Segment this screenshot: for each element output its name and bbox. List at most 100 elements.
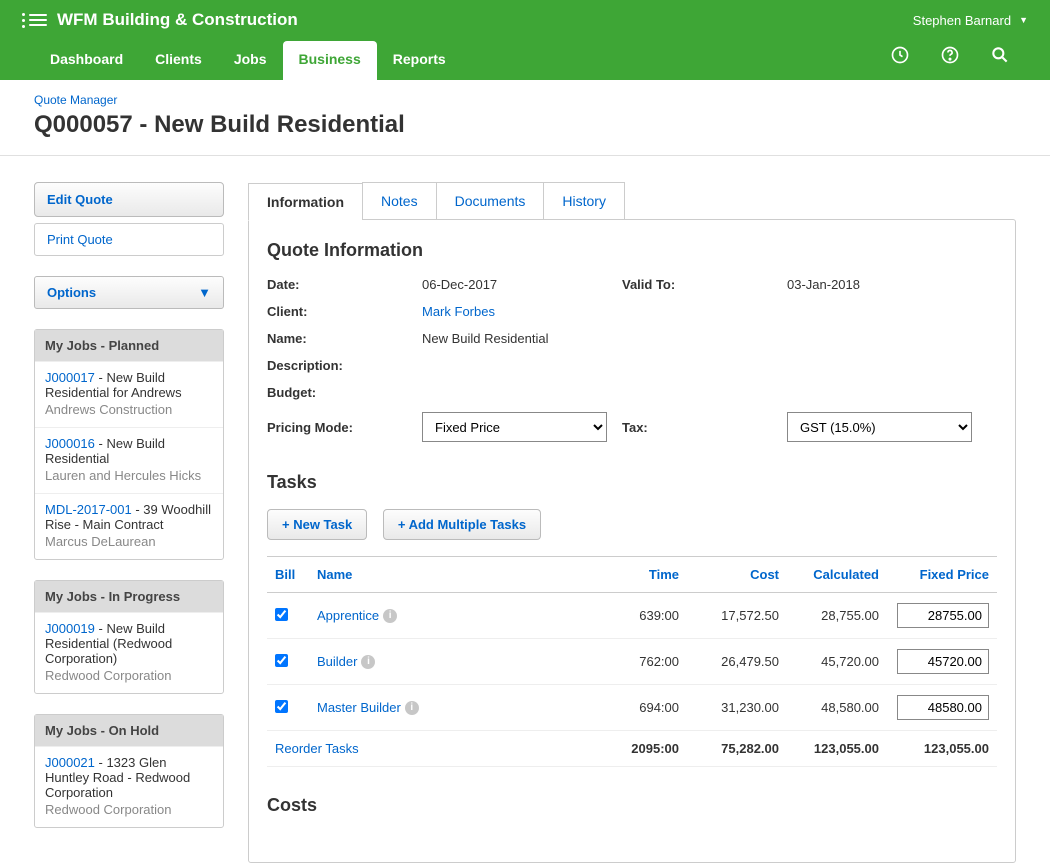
tab-notes[interactable]: Notes: [362, 182, 436, 220]
app-title: WFM Building & Construction: [57, 10, 298, 30]
fixed-price-input[interactable]: [897, 695, 989, 720]
help-icon[interactable]: [940, 45, 960, 68]
nav-jobs[interactable]: Jobs: [218, 41, 283, 80]
user-menu[interactable]: Stephen Barnard ▼: [913, 13, 1028, 28]
user-name: Stephen Barnard: [913, 13, 1011, 28]
reorder-tasks-link[interactable]: Reorder Tasks: [275, 741, 359, 756]
total-calculated: 123,055.00: [787, 731, 887, 767]
panel-planned: My Jobs - Planned J000017 - New Build Re…: [34, 329, 224, 560]
print-quote-label: Print Quote: [47, 232, 113, 247]
value-budget: [422, 385, 987, 400]
top-bar: WFM Building & Construction Stephen Barn…: [0, 0, 1050, 40]
task-time: 694:00: [597, 685, 687, 731]
edit-quote-button[interactable]: Edit Quote: [34, 182, 224, 217]
info-icon[interactable]: i: [383, 609, 397, 623]
tax-select[interactable]: GST (15.0%): [787, 412, 972, 442]
col-calculated[interactable]: Calculated: [787, 557, 887, 593]
panel-title: My Jobs - In Progress: [35, 581, 223, 612]
menu-icon[interactable]: [22, 11, 47, 29]
tasks-table: Bill Name Time Cost Calculated Fixed Pri…: [267, 556, 997, 767]
bill-checkbox[interactable]: [275, 700, 288, 713]
total-cost: 75,282.00: [687, 731, 787, 767]
tab-information[interactable]: Information: [248, 183, 362, 221]
page-header: Quote Manager Q000057 - New Build Reside…: [0, 80, 1050, 156]
nav-dashboard[interactable]: Dashboard: [34, 41, 139, 80]
job-item: MDL-2017-001 - 39 Woodhill Rise - Main C…: [35, 493, 223, 559]
breadcrumb-link[interactable]: Quote Manager: [34, 93, 117, 107]
print-quote-button[interactable]: Print Quote: [34, 223, 224, 256]
task-calculated: 45,720.00: [787, 639, 887, 685]
label-date: Date:: [267, 277, 422, 292]
nav-business[interactable]: Business: [283, 41, 377, 80]
tab-documents[interactable]: Documents: [436, 182, 544, 220]
task-name-link[interactable]: Apprentice: [317, 608, 379, 623]
task-name-link[interactable]: Builder: [317, 654, 357, 669]
nav-clients[interactable]: Clients: [139, 41, 218, 80]
info-icon[interactable]: i: [361, 655, 375, 669]
job-item: J000016 - New Build Residential Lauren a…: [35, 427, 223, 493]
task-calculated: 28,755.00: [787, 593, 887, 639]
job-client: Marcus DeLaurean: [45, 534, 213, 549]
value-name: New Build Residential: [422, 331, 987, 346]
bill-checkbox[interactable]: [275, 608, 288, 621]
label-pricing-mode: Pricing Mode:: [267, 420, 422, 435]
quote-info-heading: Quote Information: [267, 240, 997, 261]
panel-title: My Jobs - On Hold: [35, 715, 223, 746]
task-name-link[interactable]: Master Builder: [317, 700, 401, 715]
job-item: J000019 - New Build Residential (Redwood…: [35, 612, 223, 693]
job-client: Redwood Corporation: [45, 668, 213, 683]
options-label: Options: [47, 285, 96, 300]
pricing-mode-select[interactable]: Fixed Price: [422, 412, 607, 442]
label-valid-to: Valid To:: [622, 277, 787, 292]
task-row: Master Builderi 694:00 31,230.00 48,580.…: [267, 685, 997, 731]
label-budget: Budget:: [267, 385, 422, 400]
task-cost: 26,479.50: [687, 639, 787, 685]
chevron-down-icon: ▼: [1019, 15, 1028, 25]
task-row: Builder i 762:00 26,479.50 45,720.00: [267, 639, 997, 685]
job-number[interactable]: J000021: [45, 755, 95, 770]
col-fixed-price[interactable]: Fixed Price: [887, 557, 997, 593]
clock-icon[interactable]: [890, 45, 910, 68]
value-valid-to: 03-Jan-2018: [787, 277, 987, 292]
new-task-button[interactable]: + New Task: [267, 509, 367, 540]
job-number[interactable]: J000017: [45, 370, 95, 385]
fixed-price-input[interactable]: [897, 603, 989, 628]
task-totals-row: Reorder Tasks 2095:00 75,282.00 123,055.…: [267, 731, 997, 767]
search-icon[interactable]: [990, 45, 1010, 68]
task-calculated: 48,580.00: [787, 685, 887, 731]
job-number[interactable]: MDL-2017-001: [45, 502, 132, 517]
col-name[interactable]: Name: [309, 557, 597, 593]
label-description: Description:: [267, 358, 422, 373]
total-fixed: 123,055.00: [887, 731, 997, 767]
costs-heading: Costs: [267, 795, 997, 816]
client-link[interactable]: Mark Forbes: [422, 304, 495, 319]
options-dropdown[interactable]: Options ▼: [34, 276, 224, 309]
task-cost: 17,572.50: [687, 593, 787, 639]
nav-reports[interactable]: Reports: [377, 41, 462, 80]
label-tax: Tax:: [622, 420, 787, 435]
tab-history[interactable]: History: [543, 182, 625, 220]
value-date: 06-Dec-2017: [422, 277, 622, 292]
add-multiple-tasks-button[interactable]: + Add Multiple Tasks: [383, 509, 541, 540]
job-client: Redwood Corporation: [45, 802, 213, 817]
job-item: J000021 - 1323 Glen Huntley Road - Redwo…: [35, 746, 223, 827]
job-client: Lauren and Hercules Hicks: [45, 468, 213, 483]
info-icon[interactable]: i: [405, 701, 419, 715]
task-time: 639:00: [597, 593, 687, 639]
col-cost[interactable]: Cost: [687, 557, 787, 593]
task-time: 762:00: [597, 639, 687, 685]
sidebar: Edit Quote Print Quote Options ▼ My Jobs…: [34, 182, 224, 863]
tab-bar: Information Notes Documents History: [248, 182, 1016, 220]
value-description: [422, 358, 987, 373]
fixed-price-input[interactable]: [897, 649, 989, 674]
edit-quote-label: Edit Quote: [47, 192, 211, 207]
job-number[interactable]: J000019: [45, 621, 95, 636]
page-title: Q000057 - New Build Residential: [34, 111, 1016, 139]
job-number[interactable]: J000016: [45, 436, 95, 451]
bill-checkbox[interactable]: [275, 654, 288, 667]
col-bill[interactable]: Bill: [267, 557, 309, 593]
job-client: Andrews Construction: [45, 402, 213, 417]
col-time[interactable]: Time: [597, 557, 687, 593]
quote-info-grid: Date: 06-Dec-2017 Valid To: 03-Jan-2018 …: [267, 277, 997, 442]
job-item: J000017 - New Build Residential for Andr…: [35, 361, 223, 427]
